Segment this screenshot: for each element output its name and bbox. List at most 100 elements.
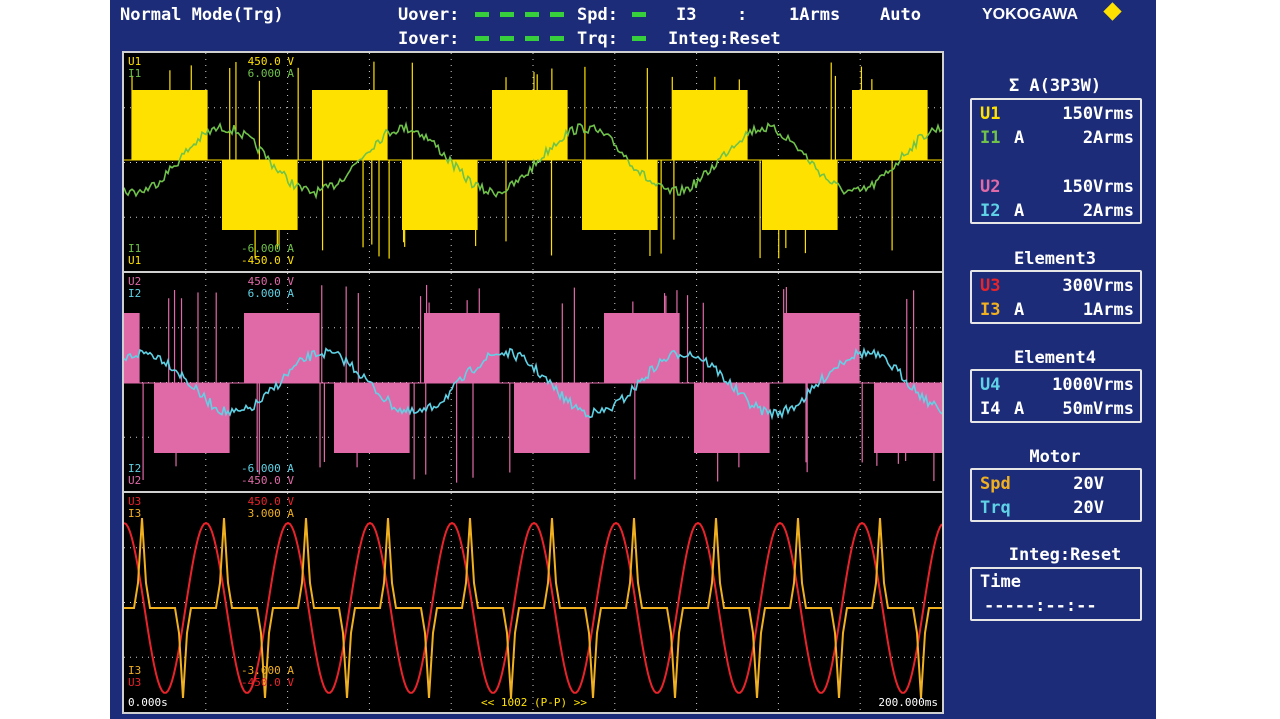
range-value: 2Arms [1082, 201, 1134, 221]
voltage-pulse-negative [334, 383, 410, 453]
range-name: I2 [980, 201, 1001, 221]
voltage-pulse-positive [784, 313, 860, 383]
range-value: 1000Vrms [1052, 375, 1134, 395]
range-row-trq: Trq 20V [980, 498, 1134, 518]
uover-lamp-4 [550, 12, 564, 17]
range-name: I3 [980, 300, 1001, 320]
time-axis-end: 200.000ms [878, 696, 938, 709]
i2-scale-top: 6.000 A [247, 287, 294, 300]
spd-lamp [632, 12, 646, 17]
uover-label: Uover: [398, 5, 460, 25]
voltage-pulse-negative [874, 383, 942, 453]
iover-lamp-3 [525, 36, 539, 41]
voltage-pulse-positive [124, 313, 140, 383]
range-name: U1 [980, 104, 1001, 124]
range-value: 1Arms [1082, 300, 1134, 320]
element4-range-box[interactable]: U4 1000Vrms I4 A 50mVrms [970, 369, 1142, 423]
element3-range-box[interactable]: U3 300Vrms I3 A 1Arms [970, 270, 1142, 324]
current-range-name: I3 [676, 5, 697, 25]
measurement-mode: Normal Mode(Trg) [120, 5, 284, 25]
range-name: U3 [980, 276, 1001, 296]
u1-scale-bottom: -450.0 V [241, 254, 294, 267]
trq-label: Trq: [577, 29, 618, 49]
range-row-i2: I2 A 2Arms [980, 201, 1134, 221]
u2-scale-bottom: -450.0 V [241, 474, 294, 487]
iover-lamp-1 [475, 36, 489, 41]
range-value: 20V [1073, 474, 1104, 494]
range-row-u3: U3 300Vrms [980, 276, 1134, 296]
range-row-u1: U1 150Vrms [980, 104, 1134, 124]
range-row-i3: I3 A 1Arms [980, 300, 1134, 320]
i1-scale-top: 6.000 A [247, 67, 294, 80]
trq-lamp [632, 36, 646, 41]
waveform-canvas [124, 53, 942, 712]
range-value: 150Vrms [1062, 104, 1134, 124]
record-position-info[interactable]: << 1002 (P-P) >> [474, 697, 594, 709]
range-name: I1 [980, 128, 1001, 148]
uover-lamp-3 [525, 12, 539, 17]
u3-channel-label-bottom: U3 [128, 676, 142, 689]
voltage-pulse-negative [154, 383, 230, 453]
voltage-pulse-negative [582, 160, 658, 230]
range-row-u2: U2 150Vrms [980, 177, 1134, 197]
range-value: 150Vrms [1062, 177, 1134, 197]
iover-label: Iover: [398, 29, 460, 49]
diamond-icon [1103, 2, 1122, 21]
i3-channel-label: I3 [128, 507, 142, 520]
range-name: Spd [980, 474, 1011, 494]
integ-time-label: Time [980, 572, 1021, 592]
u2-channel-label-bottom: U2 [128, 474, 142, 487]
u1-waveform [124, 61, 942, 259]
voltage-pulse-positive [244, 313, 320, 383]
range-row-i1: I1 A 2Arms [980, 128, 1134, 148]
brand-logo: YOKOGAWA [982, 6, 1079, 23]
iover-lamp-4 [550, 36, 564, 41]
range-name: Trq [980, 498, 1011, 518]
iover-lamp-2 [500, 36, 514, 41]
voltage-pulse-negative [762, 160, 838, 230]
element4-title: Element4 [1014, 348, 1096, 368]
element3-title: Element3 [1014, 249, 1096, 269]
i2-channel-label: I2 [128, 287, 142, 300]
uover-lamp-1 [475, 12, 489, 17]
i3-scale-top: 3.000 A [247, 507, 294, 520]
range-name: U2 [980, 177, 1001, 197]
voltage-pulse-negative [402, 160, 478, 230]
range-name: I4 [980, 399, 1001, 419]
waveform-display: U1 I1 450.0 V 6.000 A I1 U1 -6.000 A -45… [122, 51, 944, 714]
voltage-pulse-negative [694, 383, 770, 453]
range-value: 300Vrms [1062, 276, 1134, 296]
current-range-value: 1Arms [789, 5, 841, 25]
range-value: 2Arms [1082, 128, 1134, 148]
integ-time-value: -----:--:-- [984, 596, 1097, 616]
i1-channel-label: I1 [128, 67, 142, 80]
voltage-pulse-positive [672, 90, 748, 160]
u1-channel-label-bottom: U1 [128, 254, 142, 267]
voltage-pulse-negative [222, 160, 298, 230]
range-row-i4: I4 A 50mVrms [980, 399, 1134, 419]
voltage-pulse-positive [424, 313, 500, 383]
voltage-pulse-positive [312, 90, 388, 160]
range-value: 50mVrms [1062, 399, 1134, 419]
motor-title: Motor [1029, 447, 1081, 467]
power-analyzer-screen: Normal Mode(Trg) Uover: Spd: Iover: Trq:… [110, 0, 1156, 719]
uover-lamp-2 [500, 12, 514, 17]
time-axis-start: 0.000s [128, 696, 168, 709]
current-range-sep: : [737, 5, 748, 25]
range-name: U4 [980, 375, 1001, 395]
voltage-pulse-negative [514, 383, 590, 453]
integ-title: Integ:Reset [1008, 545, 1122, 565]
u3-scale-bottom: -450.0 V [241, 676, 294, 689]
range-mode: Auto [880, 5, 921, 25]
sigma-wiring-title: Σ A(3P3W) [1008, 76, 1102, 96]
spd-label: Spd: [577, 5, 618, 25]
range-row-spd: Spd 20V [980, 474, 1134, 494]
voltage-pulse-positive [492, 90, 568, 160]
integ-time-box[interactable]: Time -----:--:-- [970, 567, 1142, 621]
integration-status: Integ:Reset [668, 29, 781, 49]
voltage-pulse-positive [604, 313, 680, 383]
sigma-range-box[interactable]: U1 150Vrms I1 A 2Arms U2 150Vrms I2 A 2Arms [970, 98, 1142, 224]
range-row-u4: U4 1000Vrms [980, 375, 1134, 395]
range-value: 20V [1073, 498, 1104, 518]
motor-range-box[interactable]: Spd 20V Trq 20V [970, 468, 1142, 522]
